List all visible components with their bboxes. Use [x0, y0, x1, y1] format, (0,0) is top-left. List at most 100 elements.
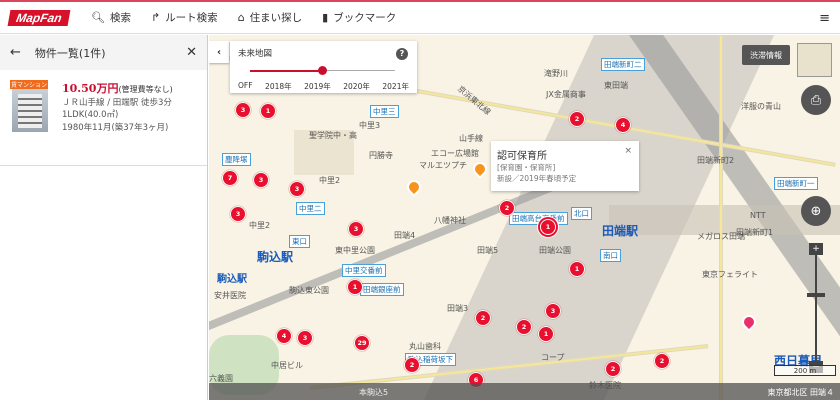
house-search-icon: ⌂ — [237, 11, 245, 24]
property-marker[interactable]: 2 — [605, 361, 621, 377]
close-icon[interactable]: ✕ — [186, 45, 197, 60]
map-sign: 中里交番前 — [342, 264, 386, 277]
popup-close-icon[interactable]: × — [624, 146, 632, 156]
map-label: 中里2 — [249, 221, 271, 230]
map-sign: 中里三 — [370, 105, 399, 118]
route-icon: ↱ — [150, 11, 161, 24]
mapfan-logo[interactable]: MapFan — [7, 9, 71, 26]
property-marker[interactable]: 3 — [297, 330, 313, 346]
popup-title: 認可保育所 — [497, 151, 547, 162]
back-arrow-icon[interactable]: ← — [10, 45, 21, 60]
map-label: 八幡神社 — [434, 216, 466, 225]
map-label: 田端3 — [447, 304, 469, 313]
property-marker[interactable]: 29 — [354, 335, 370, 351]
map-label: 中里3 — [359, 121, 381, 130]
year-option[interactable]: OFF — [238, 81, 253, 92]
map-label: 東田端 — [604, 81, 628, 90]
map-label: 中里2 — [319, 176, 341, 185]
daycare-pin-icon[interactable] — [470, 159, 490, 179]
property-marker[interactable]: 2 — [499, 200, 515, 216]
property-marker[interactable]: 2 — [654, 353, 670, 369]
property-marker[interactable]: 2 — [475, 310, 491, 326]
property-marker[interactable]: 1 — [538, 326, 554, 342]
map-label: 丸山歯科 — [409, 342, 441, 351]
current-location-icon[interactable]: ⊕ — [801, 196, 831, 226]
map-sign: 田端高台交番前 — [509, 212, 568, 225]
nav-bookmark[interactable]: ▮ ブックマーク — [322, 10, 396, 25]
collapse-panel-button[interactable]: ‹ — [209, 41, 229, 63]
map-sign: 塵降塚 — [222, 153, 251, 166]
hamburger-icon[interactable]: ≡ — [819, 11, 830, 26]
map-sign: 田端銀座前 — [360, 283, 404, 296]
property-marker[interactable]: 4 — [615, 117, 631, 133]
property-list-item[interactable]: 賃マンション 10.50万円(管理費等なし) ＪＲ山手線 / 田端駅 徒歩3分 … — [0, 70, 207, 166]
map-label: 田端5 — [477, 246, 499, 255]
panel-title: 物件一覧(1件) — [34, 46, 106, 60]
year-slider[interactable] — [250, 66, 395, 75]
address-bar: 東京都北区 田端４ — [209, 383, 840, 400]
map-canvas[interactable]: 駒込駅 駒込駅 田端駅 西日暮里 中里三 中里二 中里交番前 田端銀座前 駒込稲… — [209, 35, 840, 400]
station-komagome[interactable]: 駒込駅 — [257, 248, 293, 265]
map-label: エコー広場館 — [431, 149, 479, 158]
property-marker[interactable]: 1 — [260, 103, 276, 119]
property-marker[interactable]: 3 — [253, 172, 269, 188]
property-marker[interactable]: 3 — [230, 206, 246, 222]
property-marker[interactable]: 1 — [347, 279, 363, 295]
slider-fill — [250, 69, 323, 72]
property-thumbnail[interactable]: 賃マンション — [10, 80, 49, 132]
property-price: 10.50万円 — [62, 82, 119, 95]
print-icon[interactable]: ⎙ — [801, 85, 831, 115]
map-label: 田端新町2 — [697, 156, 735, 165]
zoom-handle[interactable] — [807, 293, 825, 297]
property-built: 1980年11月(築37年3ヶ月) — [62, 122, 169, 133]
map-label: 中居ビル — [271, 361, 303, 370]
daycare-pin-icon[interactable] — [404, 177, 424, 197]
poi-popup: 認可保育所 [保育園・保育所] 新設／2019年春頃予定 × — [491, 141, 639, 191]
future-map-panel: 未来地図 ? OFF 2018年 2019年 2020年 2021年 — [230, 41, 417, 93]
nav-label: 住まい探し — [249, 12, 303, 24]
map-sign: 田端新町二 — [601, 58, 645, 71]
popup-note: 新設／2019年春頃予定 — [497, 174, 577, 183]
map-label: 駒込東公園 — [289, 286, 329, 295]
scale-bar: 200 m — [774, 365, 836, 376]
map-label: 安井医院 — [214, 291, 246, 300]
property-marker[interactable]: 4 — [276, 328, 292, 344]
nav-search[interactable]: 🔍︎ 検索 — [91, 10, 131, 25]
help-icon[interactable]: ? — [396, 48, 408, 60]
nav-house-search[interactable]: ⌂ 住まい探し — [238, 10, 302, 25]
nav-label: ルート検索 — [165, 12, 218, 24]
year-option[interactable]: 2019年 — [304, 81, 331, 92]
station-komagome-2[interactable]: 駒込駅 — [217, 270, 247, 285]
map-label: 円勝寺 — [369, 151, 393, 160]
traffic-info-button[interactable]: 渋滞情報 — [742, 45, 790, 65]
property-marker[interactable]: 7 — [222, 170, 238, 186]
slider-handle[interactable] — [318, 66, 327, 75]
year-option[interactable]: 2018年 — [265, 81, 292, 92]
search-icon: 🔍︎ — [91, 11, 105, 24]
station-tabata[interactable]: 田端駅 — [602, 222, 638, 239]
property-marker[interactable]: 3 — [235, 102, 251, 118]
property-marker[interactable]: 3 — [348, 221, 364, 237]
zoom-in-button[interactable]: + — [809, 243, 823, 255]
property-marker[interactable]: 1 — [569, 261, 585, 277]
map-sign: 東口 — [289, 235, 310, 248]
shop-pin-icon[interactable] — [739, 312, 759, 332]
overview-minimap[interactable] — [797, 43, 832, 77]
year-option[interactable]: 2021年 — [382, 81, 409, 92]
map-label: JX金属商事 — [546, 90, 586, 99]
map-label: 田端4 — [394, 231, 416, 240]
property-marker[interactable]: 2 — [404, 357, 420, 373]
app-header: MapFan 🔍︎ 検索 ↱ ルート検索 ⌂ 住まい探し ▮ ブックマーク ≡ — [0, 2, 840, 34]
property-marker[interactable]: 2 — [569, 111, 585, 127]
future-map-title: 未来地図 — [238, 49, 273, 59]
property-marker[interactable]: 3 — [289, 181, 305, 197]
map-sign: 南口 — [600, 249, 621, 262]
map-label: マルエツプチ — [419, 161, 467, 170]
nav-route-search[interactable]: ↱ ルート検索 — [151, 10, 218, 25]
year-option[interactable]: 2020年 — [343, 81, 370, 92]
property-marker[interactable]: 3 — [545, 303, 561, 319]
selected-property-marker[interactable]: 1 — [540, 219, 556, 235]
nav-label: ブックマーク — [333, 12, 397, 24]
property-marker[interactable]: 2 — [516, 319, 532, 335]
zoom-slider[interactable]: + − — [807, 243, 825, 373]
